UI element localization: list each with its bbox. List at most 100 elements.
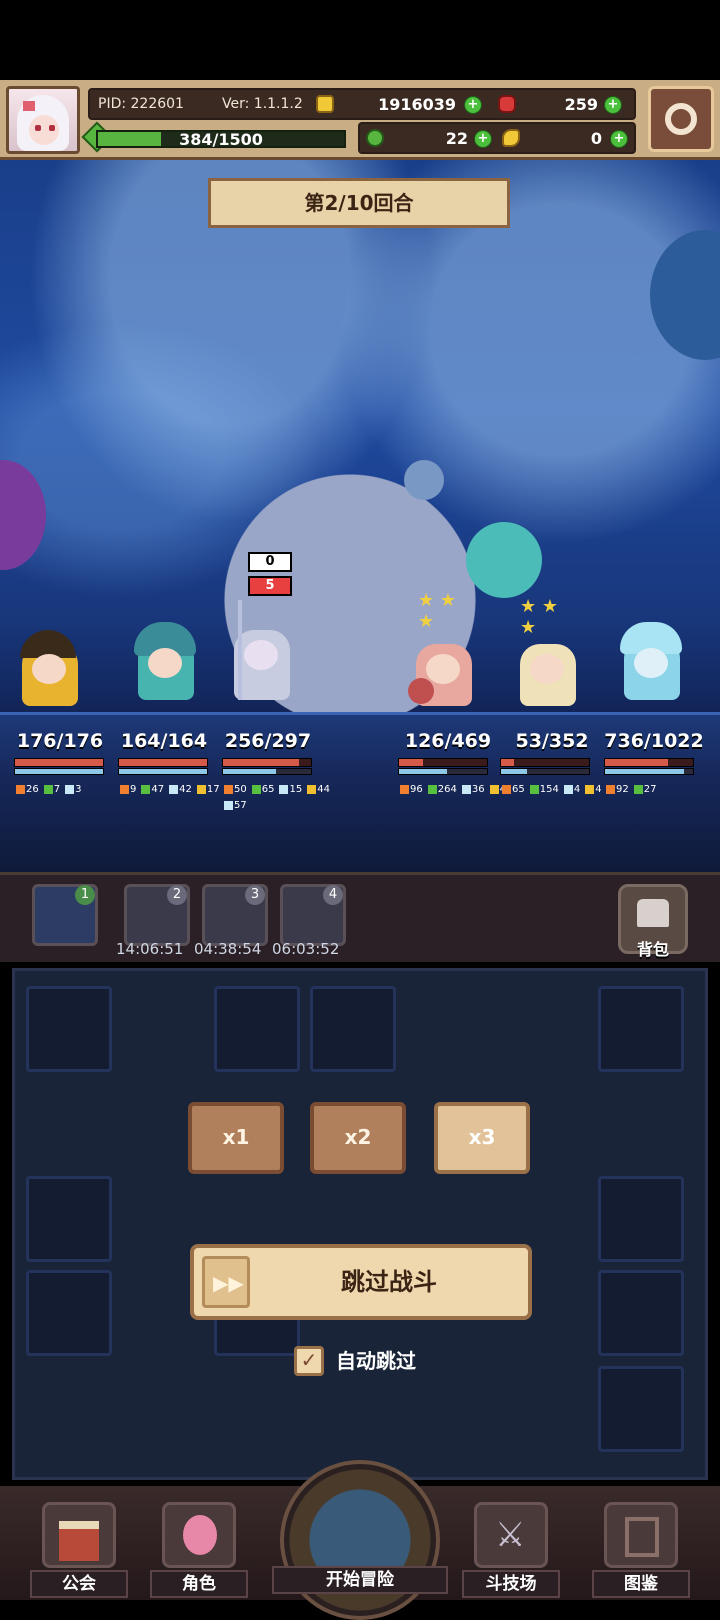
stat-icon: [224, 784, 233, 794]
pet-slot-4[interactable]: 4: [280, 884, 346, 946]
pet-slot-3[interactable]: 3: [202, 884, 268, 946]
mp-bar-fill: [399, 769, 448, 774]
stat-value: 65: [502, 784, 525, 795]
mp-bar-fill: [119, 769, 207, 774]
slot-number: 1: [75, 885, 95, 905]
teal-planet: [466, 522, 542, 598]
enemy-fairy[interactable]: [506, 628, 590, 708]
board-tile[interactable]: [598, 1176, 684, 1262]
unit-3-bars: [222, 758, 312, 776]
stat-icon: [461, 784, 471, 794]
player-avatar[interactable]: [6, 86, 80, 154]
slot-timer: 04:38:54: [194, 940, 262, 958]
skip-battle-button[interactable]: ▶▶ 跳过战斗: [190, 1244, 532, 1320]
board-tile[interactable]: [310, 986, 396, 1072]
hero-witch[interactable]: [8, 628, 92, 708]
slot-timer: 06:03:52: [272, 940, 340, 958]
nav-character[interactable]: 角色: [150, 1490, 248, 1600]
unit-5-bars: [500, 758, 590, 776]
hero-1-hp: 176/176: [16, 730, 104, 752]
backpack-icon: [637, 899, 669, 927]
enemy-ice-knight[interactable]: [610, 622, 694, 702]
pet-slot-2[interactable]: 2: [124, 884, 190, 946]
slot-number: 2: [167, 885, 187, 905]
add-gem-button[interactable]: +: [604, 96, 622, 114]
hero-2-hp: 164/164: [120, 730, 208, 752]
hp-bar-fill: [119, 759, 207, 766]
hp-bar: [398, 758, 488, 767]
unit-2-bars: [118, 758, 208, 776]
mp-bar-fill: [15, 769, 103, 774]
board-tile[interactable]: [598, 986, 684, 1072]
enemy-bear-girl[interactable]: [402, 628, 486, 708]
ground-line: [0, 712, 720, 715]
stat-value: 9: [120, 784, 136, 795]
board-tile[interactable]: [26, 1270, 112, 1356]
gold-coin-icon: [316, 95, 334, 113]
hp-bar: [14, 758, 104, 767]
stat-icon: [16, 784, 25, 794]
hero-knight[interactable]: [220, 600, 304, 704]
stat-icon: [224, 800, 233, 810]
mp-bar: [604, 768, 694, 775]
stat-value: 17: [196, 784, 220, 795]
mp-bar: [222, 768, 312, 775]
key-item-icon: [502, 129, 520, 147]
auto-skip-label: 自动跳过: [336, 1349, 416, 1373]
board-tile[interactable]: [214, 986, 300, 1072]
stat-icon: [529, 784, 539, 794]
slot-number: 4: [323, 885, 343, 905]
hp-bar-fill: [223, 759, 299, 766]
add-gold-button[interactable]: +: [464, 96, 482, 114]
stat-icon: [120, 784, 129, 794]
unit-1-bars: [14, 758, 104, 776]
add-key-item-button[interactable]: +: [610, 130, 628, 148]
board-tile[interactable]: [26, 1176, 112, 1262]
board-tile[interactable]: [598, 1366, 684, 1452]
settings-button[interactable]: [648, 86, 714, 152]
enemy-3-hp: 736/1022: [604, 730, 704, 752]
nav-codex[interactable]: 图鉴: [592, 1490, 690, 1600]
nav-adventure[interactable]: 开始冒险: [272, 1460, 448, 1620]
crossed-swords-icon: ⚔: [474, 1502, 548, 1568]
nav-character-label: 角色: [150, 1570, 248, 1598]
stat-icon: [279, 784, 289, 794]
guild-hall-icon: [42, 1502, 116, 1568]
unit-6-bars: [604, 758, 694, 776]
hp-bar: [118, 758, 208, 767]
enemy-2-hp: 53/352: [515, 730, 589, 752]
speed-x3-button[interactable]: x3: [434, 1102, 530, 1174]
stat-value: 42: [169, 784, 192, 795]
auto-skip-checkbox[interactable]: ✓: [294, 1346, 324, 1376]
bag-label: 背包: [636, 940, 669, 959]
shield-status-count: 0: [265, 554, 275, 569]
speed-x1-button[interactable]: x1: [188, 1102, 284, 1174]
player-id: PID: 222601: [98, 96, 184, 112]
add-clover-button[interactable]: +: [474, 130, 492, 148]
stat-icon: [489, 784, 499, 794]
board-tile[interactable]: [26, 986, 112, 1072]
hero-mage[interactable]: [124, 622, 208, 702]
mp-bar: [500, 768, 590, 775]
stat-value: 4: [585, 784, 602, 795]
stat-value: 264: [427, 784, 457, 795]
dizzy-stars-icon: ★ ★ ★: [418, 590, 456, 632]
stat-icon: [585, 784, 595, 794]
secondary-resources: 22 + 0 +: [358, 122, 636, 154]
board-tile[interactable]: [598, 1270, 684, 1356]
skip-battle-label: 跳过战斗: [341, 1268, 437, 1296]
pet-slot-1[interactable]: 1: [32, 884, 98, 946]
speed-x2-button[interactable]: x2: [310, 1102, 406, 1174]
stat-value: 7: [43, 784, 60, 795]
stat-value: 47: [141, 784, 164, 795]
nav-guild[interactable]: 公会: [30, 1490, 128, 1600]
nav-arena[interactable]: ⚔ 斗技场: [462, 1490, 560, 1600]
gold-amount: 1916039: [378, 95, 456, 114]
enemy-1-hp: 126/469: [404, 730, 492, 752]
round-banner: 第2/10回合: [208, 178, 510, 228]
hp-bar: [604, 758, 694, 767]
stat-icon: [502, 784, 511, 794]
unit-4-stats: 96264364: [400, 784, 511, 795]
shield-status-icon: 0: [248, 552, 292, 572]
mp-bar-fill: [223, 769, 276, 774]
